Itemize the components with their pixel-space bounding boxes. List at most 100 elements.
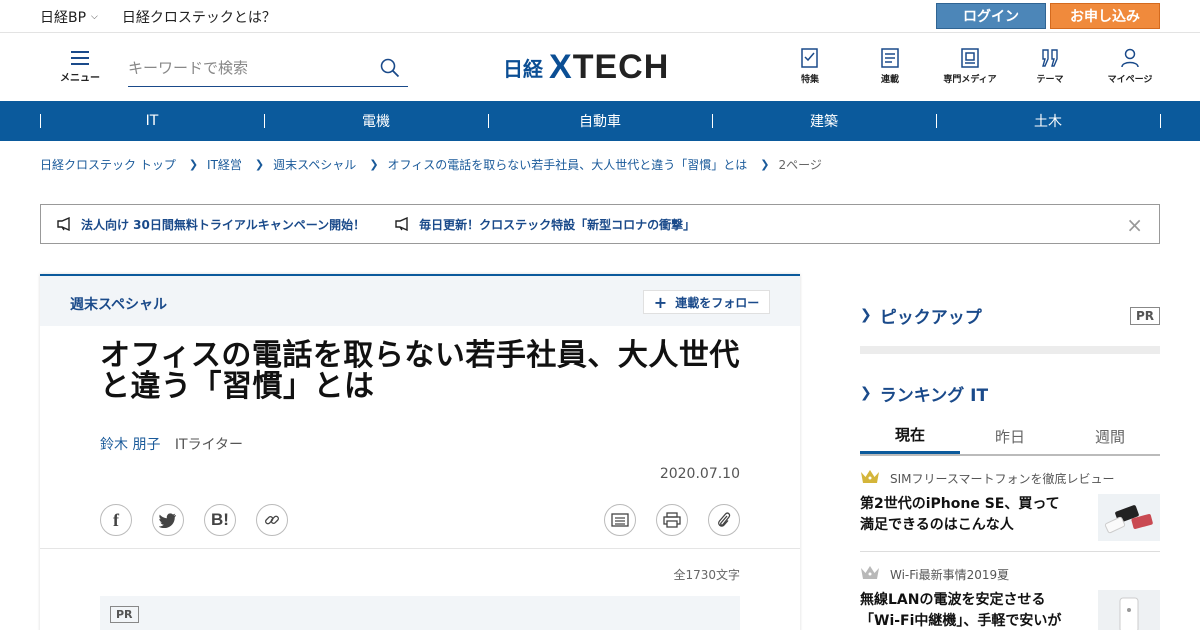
menu-button[interactable]: メニュー: [58, 51, 102, 84]
notice-covid-text: 毎日更新！クロステック特設「新型コロナの衝撃」: [419, 217, 696, 232]
nav-theme[interactable]: テーマ: [1010, 47, 1090, 85]
ranking-header: ❯ ランキング IT: [860, 378, 1160, 408]
nav-mypage[interactable]: マイページ: [1090, 47, 1170, 85]
pr-badge: PR: [110, 606, 139, 623]
nav-feature[interactable]: 特集: [770, 47, 850, 85]
chevron-right-icon: ❯: [860, 307, 872, 323]
breadcrumb-top[interactable]: 日経クロステック トップ: [40, 156, 176, 173]
chevron-right-icon: ❯: [860, 385, 872, 401]
chevron-down-icon: ⌵: [91, 11, 98, 22]
link-icon[interactable]: [256, 504, 288, 536]
divider: [40, 548, 800, 549]
article: 週末スペシャル + 連載をフォロー オフィスの電話を取らない若手社員、大人世代と…: [40, 274, 800, 630]
theme-icon: [1042, 49, 1058, 67]
nikkei-bp-label: 日経BP: [40, 9, 87, 26]
notice-trial[interactable]: 法人向け 30日間無料トライアルキャンペーン開始！: [57, 216, 365, 233]
print-icon[interactable]: [656, 504, 688, 536]
ranking-item-series: SIMフリースマートフォンを徹底レビュー: [890, 472, 1115, 486]
tab-now[interactable]: 現在: [860, 418, 960, 454]
chevron-right-icon: ❯: [369, 158, 379, 171]
ranking-item-series: Wi-Fi最新事情2019夏: [890, 568, 1010, 582]
plus-icon: +: [653, 292, 668, 312]
facebook-icon[interactable]: f: [100, 504, 132, 536]
chevron-right-icon: ❯: [760, 158, 770, 171]
series-name[interactable]: 週末スペシャル: [70, 294, 167, 314]
series-icon: [881, 48, 899, 68]
tab-yesterday[interactable]: 昨日: [960, 418, 1060, 454]
category-nav: IT 電機 自動車 建築 土木: [0, 101, 1200, 141]
author-name[interactable]: 鈴木 朋子: [100, 437, 160, 453]
nav-feature-label: 特集: [800, 75, 819, 85]
nav-mypage-label: マイページ: [1107, 75, 1153, 85]
site-logo[interactable]: 日経 XTECH: [503, 47, 670, 86]
ranking-item[interactable]: Wi-Fi最新事情2019夏 無線LANの電波を安定させる「Wi-Fi中継機」、…: [860, 552, 1160, 630]
close-icon[interactable]: ×: [1126, 213, 1143, 237]
publish-date: 2020.07.10: [659, 466, 740, 482]
feature-icon: [801, 48, 818, 68]
apply-button[interactable]: お申し込み: [1050, 3, 1160, 29]
ranking-item[interactable]: SIMフリースマートフォンを徹底レビュー 第2世代のiPhone SE、買って満…: [860, 456, 1160, 552]
pickup-placeholder: [860, 346, 1160, 354]
notice-trial-text: 法人向け 30日間無料トライアルキャンペーン開始！: [81, 217, 366, 232]
series-bar: 週末スペシャル + 連載をフォロー: [40, 276, 800, 326]
share-buttons: f B!: [100, 504, 288, 536]
login-button[interactable]: ログイン: [936, 3, 1046, 29]
auth-buttons: ログイン お申し込み: [936, 3, 1160, 29]
clip-icon[interactable]: [708, 504, 740, 536]
article-title: オフィスの電話を取らない若手社員、大人世代と違う「習慣」とは: [100, 338, 740, 404]
pickup-title: ピックアップ: [879, 307, 982, 328]
chevron-right-icon: ❯: [188, 158, 199, 171]
hamburger-icon: [71, 51, 89, 65]
pickup-header: ❯ ピックアップ PR: [860, 300, 1160, 330]
category-automotive[interactable]: 自動車: [488, 101, 712, 141]
breadcrumb-weekend-special[interactable]: 週末スペシャル: [273, 156, 356, 173]
nav-media-label: 専門メディア: [943, 75, 997, 85]
category-electronics[interactable]: 電機: [264, 101, 488, 141]
top-utility-bar: 日経BP ⌵ 日経クロステックとは？ ログイン お申し込み: [0, 0, 1200, 33]
category-architecture[interactable]: 建築: [712, 101, 936, 141]
notice-covid[interactable]: 毎日更新！クロステック特設「新型コロナの衝撃」: [395, 216, 695, 233]
author-role: ITライター: [174, 437, 244, 453]
about-link[interactable]: 日経クロステックとは？: [122, 7, 276, 27]
header-nav: 特集 連載 専門メディア テーマ マイページ: [770, 47, 1170, 85]
breadcrumb-article[interactable]: オフィスの電話を取らない若手社員、大人世代と違う「習慣」とは: [388, 156, 748, 173]
search-box: [128, 51, 408, 87]
pr-box: PR: [100, 596, 740, 630]
sidebar: ❯ ピックアップ PR ❯ ランキング IT 現在 昨日 週間 SIMフリースマ…: [860, 300, 1160, 630]
megaphone-icon: [395, 217, 408, 231]
ranking-item-thumbnail: [1098, 590, 1160, 630]
media-icon: [961, 48, 979, 68]
crown-gold-icon: [861, 470, 879, 483]
chevron-right-icon: ❯: [254, 158, 265, 171]
breadcrumb: 日経クロステック トップ ❯ IT経営 ❯ 週末スペシャル ❯ オフィスの電話を…: [40, 156, 822, 173]
search-input[interactable]: [128, 51, 368, 85]
follow-series-button[interactable]: + 連載をフォロー: [643, 290, 770, 314]
author-line: 鈴木 朋子 ITライター: [100, 434, 243, 454]
ranking-title: ランキング IT: [879, 385, 989, 406]
menu-label: メニュー: [60, 73, 100, 84]
char-count: 全1730文字: [673, 568, 740, 582]
nikkei-bp-link[interactable]: 日経BP ⌵: [40, 7, 98, 27]
top-links: 日経BP ⌵ 日経クロステックとは？: [40, 0, 276, 33]
ranking-item-thumbnail: [1098, 494, 1160, 541]
search-icon[interactable]: [380, 58, 400, 82]
nav-media[interactable]: 専門メディア: [930, 47, 1010, 85]
twitter-icon[interactable]: [152, 504, 184, 536]
comment-icon[interactable]: [604, 504, 636, 536]
breadcrumb-current-page: 2ページ: [778, 158, 822, 172]
nav-series[interactable]: 連載: [850, 47, 930, 85]
site-header: メニュー 日経 XTECH 特集 連載 専門メディア テーマ マイページ: [0, 33, 1200, 101]
ranking-item-headline: 無線LANの電波を安定させる「Wi-Fi中継機」、手軽で安いが: [860, 592, 1062, 629]
logo-xtech: XTECH: [549, 47, 670, 86]
category-it[interactable]: IT: [40, 101, 264, 141]
category-civil[interactable]: 土木: [936, 101, 1161, 141]
tab-weekly[interactable]: 週間: [1060, 418, 1160, 454]
notice-bar: 法人向け 30日間無料トライアルキャンペーン開始！ 毎日更新！クロステック特設「…: [40, 204, 1160, 244]
user-icon: [1121, 48, 1139, 68]
megaphone-icon: [57, 217, 70, 231]
ranking-tabs: 現在 昨日 週間: [860, 418, 1160, 456]
pr-badge: PR: [1129, 307, 1160, 325]
hatena-icon[interactable]: B!: [204, 504, 236, 536]
nav-series-label: 連載: [880, 75, 899, 85]
breadcrumb-it-management[interactable]: IT経営: [207, 156, 242, 173]
